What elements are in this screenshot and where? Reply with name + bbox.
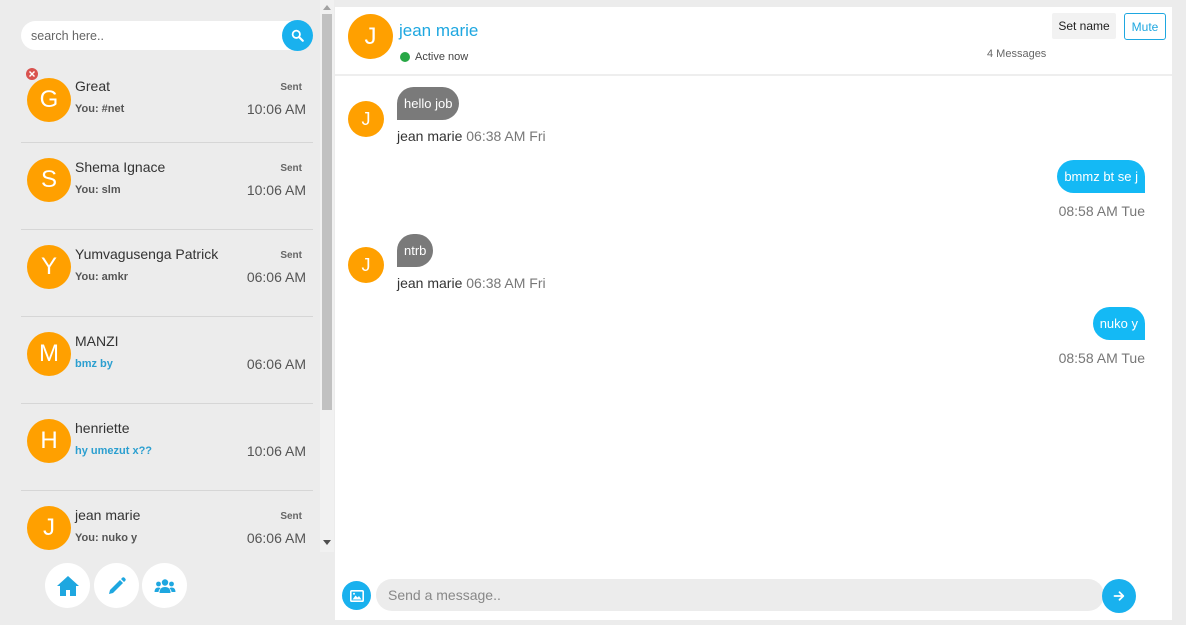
message-meta: jean marie 06:38 AM Fri [397,275,546,291]
attach-image-button[interactable] [342,581,371,610]
message-time: 06:38 AM Fri [466,275,546,291]
scroll-up-arrow[interactable] [323,5,331,10]
search-button[interactable] [282,20,313,51]
compose-button[interactable] [94,563,139,608]
close-icon [29,71,35,77]
groups-button[interactable] [142,563,187,608]
conversation-name: Yumvagusenga Patrick [75,246,219,262]
avatar: G [27,78,71,122]
conversation-item[interactable]: Y Yumvagusenga Patrick Sent You: amkr 06… [21,230,313,317]
search-icon [291,29,304,42]
search-input[interactable] [21,21,271,50]
conversation-time: 06:06 AM [246,530,306,546]
chat-header: J jean marie Active now 4 Messages Set n… [335,7,1172,76]
conversation-time: 06:06 AM [246,269,306,285]
conversation-time: 10:06 AM [246,182,306,198]
scroll-thumb[interactable] [322,14,332,410]
arrow-right-icon [1113,591,1125,601]
message-composer [335,571,1172,620]
set-name-button[interactable]: Set name [1052,13,1116,39]
conversation-name: Great [75,78,111,94]
users-icon [154,578,175,593]
chat-title[interactable]: jean marie [399,21,478,41]
message-time: 08:58 AM Tue [1058,350,1145,366]
message-count: 4 Messages [987,48,1047,60]
message-time: 08:58 AM Tue [1058,203,1145,219]
conversation-item[interactable]: S Shema Ignace Sent You: slm 10:06 AM [21,143,313,230]
send-button[interactable] [1102,579,1136,613]
chat-panel: J jean marie Active now 4 Messages Set n… [335,7,1172,620]
avatar: J [27,506,71,550]
message-sender: jean marie [397,128,463,144]
image-icon [349,589,364,602]
message-meta: jean marie 06:38 AM Fri [397,128,546,144]
avatar: M [27,332,71,376]
conversation-preview: hy umezut x?? [75,445,153,457]
message-sender: jean marie [397,275,463,291]
message-input[interactable] [376,579,1104,611]
conversation-status: Sent [280,82,302,93]
conversation-scrollbar[interactable] [320,0,334,552]
conversation-time: 10:06 AM [246,443,306,459]
conversation-name: henriette [75,420,130,436]
online-status-dot [400,52,410,62]
sender-avatar: J [348,247,384,283]
conversation-item[interactable]: M MANZI bmz by 06:06 AM [21,317,313,404]
avatar: S [27,158,71,202]
pencil-icon [108,576,126,594]
conversation-name: jean marie [75,507,141,523]
message-time: 06:38 AM Fri [466,128,546,144]
conversation-preview: You: slm [75,184,121,196]
avatar: H [27,419,71,463]
message-bubble: nuko y [1092,307,1145,340]
home-button[interactable] [45,563,90,608]
conversation-item[interactable]: J jean marie Sent You: nuko y 06:06 AM [21,491,313,552]
sender-avatar: J [348,101,384,137]
message-bubble: hello job [397,87,460,120]
conversation-status: Sent [280,511,302,522]
conversation-preview: You: nuko y [75,532,138,544]
remove-conversation-button[interactable] [26,68,38,80]
conversation-item[interactable]: H henriette hy umezut x?? 10:06 AM [21,404,313,491]
mute-button[interactable]: Mute [1124,13,1166,40]
conversation-preview: You: #net [75,103,125,115]
conversation-status: Sent [280,250,302,261]
chat-avatar: J [348,14,393,59]
conversation-name: MANZI [75,333,119,349]
conversation-preview: You: amkr [75,271,128,283]
conversation-name: Shema Ignace [75,159,166,175]
home-icon [56,575,79,596]
scroll-down-arrow[interactable] [323,540,331,545]
conversation-status: Sent [280,163,302,174]
presence-text: Active now [415,51,469,63]
conversation-sidebar: G Great Sent You: #net 10:06 AM S Shema … [0,0,334,625]
conversation-time: 10:06 AM [246,101,306,117]
conversation-preview: bmz by [75,358,113,370]
message-bubble: bmmz bt se j [1057,160,1145,193]
conversation-item[interactable]: G Great Sent You: #net 10:06 AM [21,62,313,143]
search-box [21,20,313,51]
message-bubble: ntrb [397,234,434,267]
avatar: Y [27,245,71,289]
conversation-time: 06:06 AM [246,356,306,372]
conversation-list: G Great Sent You: #net 10:06 AM S Shema … [21,62,313,552]
